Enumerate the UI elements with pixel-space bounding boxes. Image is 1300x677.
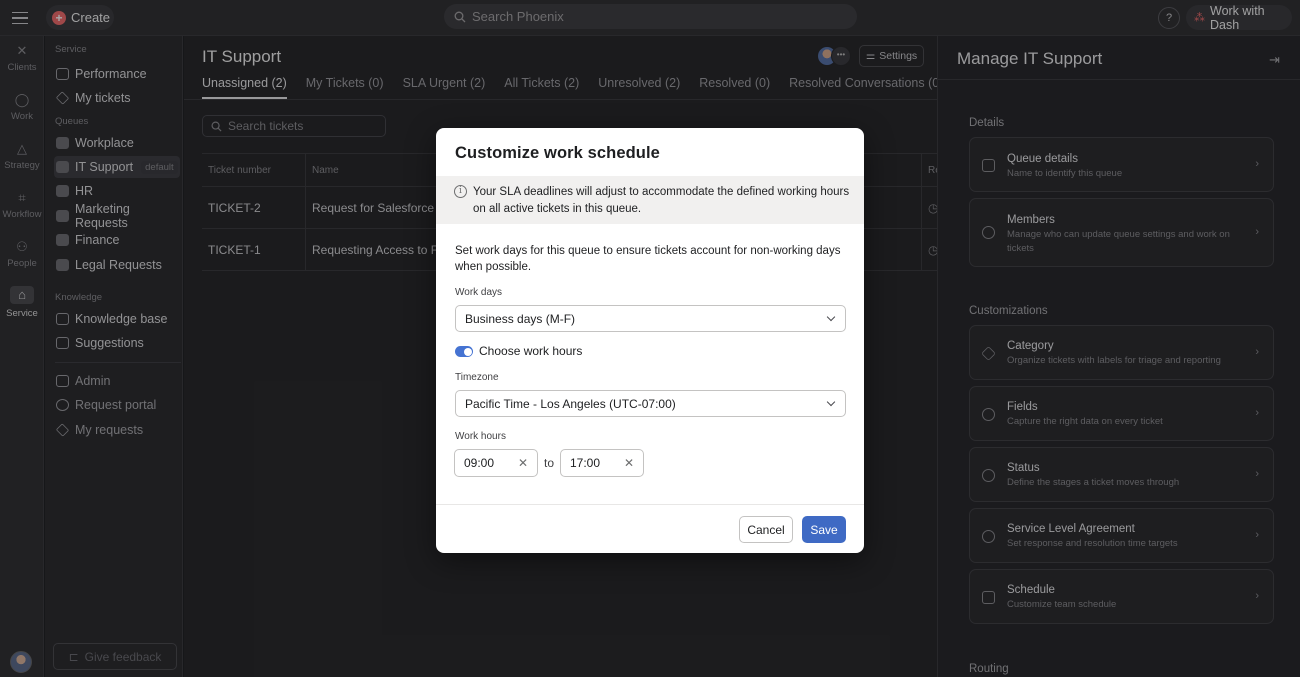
work-days-select[interactable]: Business days (M-F) xyxy=(455,305,846,332)
clear-icon[interactable]: ✕ xyxy=(624,456,634,470)
clear-icon[interactable]: ✕ xyxy=(518,456,528,470)
timezone-label: Timezone xyxy=(455,372,499,383)
banner-text: Your SLA deadlines will adjust to accomm… xyxy=(473,186,850,215)
chevron-down-icon xyxy=(826,397,836,407)
work-days-label: Work days xyxy=(455,287,503,298)
save-button[interactable]: Save xyxy=(802,516,846,543)
info-banner: i Your SLA deadlines will adjust to acco… xyxy=(436,176,864,224)
select-value: Pacific Time - Los Angeles (UTC-07:00) xyxy=(465,396,676,411)
work-hours-toggle[interactable] xyxy=(455,346,473,357)
timezone-select[interactable]: Pacific Time - Los Angeles (UTC-07:00) xyxy=(455,390,846,417)
start-time-input[interactable]: 09:00 ✕ xyxy=(454,449,538,477)
dialog-footer-divider xyxy=(436,504,864,505)
time-value: 17:00 xyxy=(570,456,601,470)
dialog-title: Customize work schedule xyxy=(455,144,660,162)
dialog-description: Set work days for this queue to ensure t… xyxy=(455,245,841,273)
chevron-down-icon xyxy=(826,312,836,322)
cancel-button[interactable]: Cancel xyxy=(739,516,793,543)
to-label: to xyxy=(544,456,555,470)
toggle-label: Choose work hours xyxy=(479,344,583,358)
end-time-input[interactable]: 17:00 ✕ xyxy=(560,449,644,477)
info-icon: i xyxy=(454,185,467,198)
work-hours-label: Work hours xyxy=(455,431,506,442)
select-value: Business days (M-F) xyxy=(465,311,576,326)
customize-schedule-dialog: Customize work schedule i Your SLA deadl… xyxy=(436,128,864,553)
time-value: 09:00 xyxy=(464,456,495,470)
